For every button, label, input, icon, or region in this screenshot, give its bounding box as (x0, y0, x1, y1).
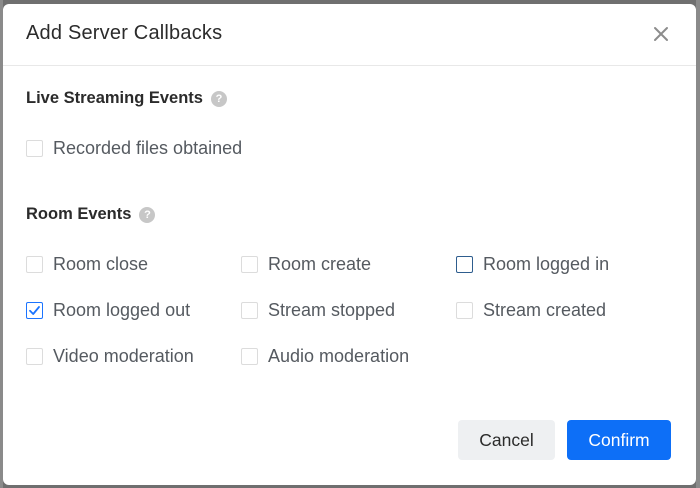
checkbox-stream-stopped[interactable]: Stream stopped (241, 300, 395, 321)
checkbox-room-logged-in[interactable]: Room logged in (456, 254, 609, 275)
checkbox-label: Stream stopped (268, 300, 396, 320)
checkbox[interactable] (26, 140, 43, 157)
checkbox-video-moderation[interactable]: Video moderation (26, 346, 194, 367)
checkbox[interactable] (241, 256, 258, 273)
checkbox-label: Video moderation (53, 346, 194, 366)
live-streaming-events-title: Live Streaming Events ? (26, 89, 227, 108)
help-icon[interactable]: ? (210, 90, 227, 107)
checkbox-label: Room logged in (483, 254, 610, 274)
checkbox-label: Room logged out (53, 300, 191, 320)
section-title-text: Live Streaming Events (26, 89, 203, 107)
dialog-header: Add Server Callbacks (3, 4, 696, 66)
checkbox[interactable] (241, 302, 258, 319)
checkbox-label: Room close (53, 254, 149, 274)
checkbox-room-close[interactable]: Room close (26, 254, 148, 275)
checkbox-room-create[interactable]: Room create (241, 254, 371, 275)
checkbox-checked[interactable] (26, 302, 43, 319)
backdrop (696, 0, 700, 488)
checkbox[interactable] (456, 302, 473, 319)
checkmark-icon (29, 306, 40, 315)
checkbox-label: Room create (268, 254, 372, 274)
checkbox[interactable] (241, 348, 258, 365)
add-server-callbacks-dialog: Add Server Callbacks Live Streaming Even… (3, 4, 696, 485)
checkbox-label: Audio moderation (268, 346, 410, 366)
checkbox-label: Recorded files obtained (53, 138, 243, 158)
help-icon[interactable]: ? (139, 206, 156, 223)
cancel-button[interactable]: Cancel (458, 420, 555, 460)
close-icon[interactable] (652, 25, 670, 43)
checkbox-audio-moderation[interactable]: Audio moderation (241, 346, 409, 367)
room-events-title: Room Events ? (26, 205, 156, 224)
confirm-button[interactable]: Confirm (567, 420, 671, 460)
dialog-title: Add Server Callbacks (26, 22, 223, 44)
section-title-text: Room Events (26, 205, 132, 223)
checkbox-recorded-files-obtained[interactable]: Recorded files obtained (26, 138, 242, 159)
checkbox-room-logged-out[interactable]: Room logged out (26, 300, 190, 321)
checkbox[interactable] (26, 348, 43, 365)
checkbox-stream-created[interactable]: Stream created (456, 300, 606, 321)
checkbox-label: Stream created (483, 300, 607, 320)
checkbox[interactable] (456, 256, 473, 273)
checkbox[interactable] (26, 256, 43, 273)
